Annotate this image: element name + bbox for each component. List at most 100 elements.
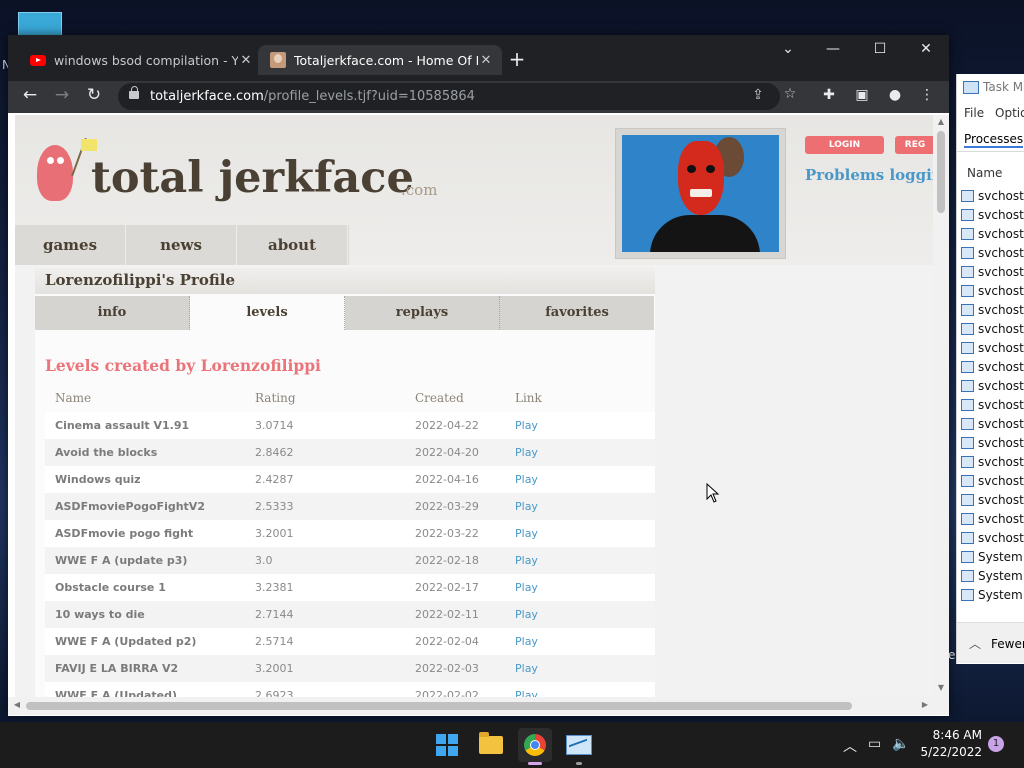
- column-header-name[interactable]: Name: [967, 166, 1002, 180]
- play-link[interactable]: Play: [515, 412, 538, 439]
- clock-date[interactable]: 5/22/2022: [918, 745, 982, 759]
- reload-icon[interactable]: ↻: [82, 85, 106, 105]
- play-link[interactable]: Play: [515, 466, 538, 493]
- list-item[interactable]: svchost.e: [961, 262, 1024, 281]
- task-manager-taskbar-button[interactable]: [562, 728, 596, 762]
- address-bar[interactable]: totaljerkface.com/profile_levels.tjf?uid…: [118, 83, 796, 110]
- profile-icon[interactable]: ●: [884, 87, 906, 103]
- avatar-shirt: [650, 215, 760, 252]
- list-item[interactable]: System I: [961, 566, 1024, 585]
- list-item[interactable]: svchost.e: [961, 433, 1024, 452]
- list-item[interactable]: svchost.e: [961, 490, 1024, 509]
- scroll-left-arrow-icon[interactable]: ◀: [10, 700, 24, 709]
- level-created: 2022-03-22: [415, 527, 479, 540]
- new-tab-button[interactable]: +: [506, 47, 528, 71]
- login-button[interactable]: LOGIN: [805, 136, 884, 154]
- register-button[interactable]: REG: [895, 136, 933, 154]
- tray-chevron-up-icon[interactable]: ︿: [843, 736, 857, 756]
- horizontal-scroll-thumb[interactable]: [26, 702, 852, 710]
- minimize-icon[interactable]: —: [818, 41, 848, 57]
- list-item[interactable]: svchost.e: [961, 376, 1024, 395]
- list-item[interactable]: svchost.e: [961, 224, 1024, 243]
- close-tab-icon[interactable]: ✕: [478, 53, 494, 68]
- play-link[interactable]: Play: [515, 493, 538, 520]
- task-manager-title: Task Ma: [963, 80, 1024, 94]
- clock-time[interactable]: 8:46 AM: [928, 728, 982, 742]
- menu-options[interactable]: Optio: [995, 106, 1024, 120]
- play-link[interactable]: Play: [515, 628, 538, 655]
- scroll-down-arrow-icon[interactable]: ▼: [933, 683, 949, 692]
- play-link[interactable]: Play: [515, 574, 538, 601]
- profile-panel: Lorenzofilippi's Profile info levels rep…: [35, 268, 655, 697]
- list-item[interactable]: svchost.e: [961, 509, 1024, 528]
- menu-kebab-icon[interactable]: ⋮: [916, 87, 938, 103]
- tab-levels[interactable]: levels: [190, 296, 345, 330]
- table-row: FAVIJ E LA BIRRA V2 3.2001 2022-02-03 Play: [45, 655, 655, 682]
- table-row: WWE F A (Updated p2) 2.5714 2022-02-04 Play: [45, 628, 655, 655]
- tab-youtube[interactable]: windows bsod compilation - You ✕: [18, 45, 262, 75]
- level-rating: 3.2381: [255, 581, 294, 594]
- tab-totaljerkface[interactable]: Totaljerkface.com - Home Of Hap ✕: [258, 45, 502, 75]
- star-icon[interactable]: ☆: [780, 86, 800, 102]
- play-link[interactable]: Play: [515, 682, 538, 697]
- list-item[interactable]: svchost.e: [961, 205, 1024, 224]
- notification-badge[interactable]: 1: [988, 736, 1004, 752]
- tab-replays[interactable]: replays: [345, 296, 500, 330]
- process-icon: [961, 303, 974, 316]
- play-link[interactable]: Play: [515, 547, 538, 574]
- horizontal-scrollbar[interactable]: ◀ ▶: [8, 697, 949, 715]
- list-item[interactable]: svchost.e: [961, 319, 1024, 338]
- scroll-right-arrow-icon[interactable]: ▶: [918, 700, 932, 709]
- list-item[interactable]: System i: [961, 585, 1024, 604]
- mascot-logo-icon[interactable]: [37, 145, 73, 201]
- side-panel-icon[interactable]: ▣: [851, 87, 873, 103]
- nav-news[interactable]: news: [126, 225, 237, 265]
- tab-processes[interactable]: Processes: [957, 127, 1024, 152]
- list-item[interactable]: svchost.e: [961, 357, 1024, 376]
- forward-arrow-icon[interactable]: →: [50, 85, 74, 105]
- vertical-scrollbar[interactable]: ▲ ▼: [933, 115, 949, 697]
- process-icon: [961, 341, 974, 354]
- play-link[interactable]: Play: [515, 655, 538, 682]
- list-item[interactable]: svchost.e: [961, 471, 1024, 490]
- list-item[interactable]: svchost.e: [961, 338, 1024, 357]
- list-item[interactable]: svchost.e: [961, 414, 1024, 433]
- scroll-up-arrow-icon[interactable]: ▲: [933, 117, 949, 126]
- featured-avatar-image[interactable]: [622, 135, 779, 252]
- problems-logging-in-link[interactable]: Problems loggin: [805, 166, 933, 184]
- close-tab-icon[interactable]: ✕: [238, 53, 254, 68]
- network-icon[interactable]: ▭: [868, 736, 881, 752]
- file-explorer-button[interactable]: [474, 728, 508, 762]
- volume-icon[interactable]: 🔈: [892, 736, 909, 752]
- start-button[interactable]: [430, 728, 464, 762]
- play-link[interactable]: Play: [515, 601, 538, 628]
- close-window-icon[interactable]: ✕: [911, 41, 941, 57]
- nav-about[interactable]: about: [237, 225, 348, 265]
- list-item[interactable]: svchost.e: [961, 452, 1024, 471]
- tab-favorites[interactable]: favorites: [500, 296, 654, 330]
- list-item[interactable]: svchost.e: [961, 281, 1024, 300]
- site-logo-text[interactable]: total jerkface: [91, 153, 414, 203]
- tab-info[interactable]: info: [35, 296, 190, 330]
- list-item[interactable]: svchost.e: [961, 300, 1024, 319]
- back-arrow-icon[interactable]: ←: [18, 85, 42, 105]
- menu-file[interactable]: File: [964, 106, 984, 120]
- extensions-puzzle-icon[interactable]: ✚: [818, 87, 840, 103]
- vertical-scroll-thumb[interactable]: [937, 131, 945, 213]
- share-icon[interactable]: ⇪: [748, 87, 768, 103]
- list-item[interactable]: svchost.e: [961, 395, 1024, 414]
- nav-games[interactable]: games: [15, 225, 126, 265]
- tab-search-chevron-icon[interactable]: ⌄: [773, 41, 803, 57]
- process-name: svchost.e: [978, 378, 1024, 393]
- maximize-icon[interactable]: ☐: [865, 41, 895, 57]
- list-item[interactable]: svchost.e: [961, 243, 1024, 262]
- list-item[interactable]: svchost.e: [961, 528, 1024, 547]
- lock-icon: [129, 86, 139, 99]
- list-item[interactable]: System: [961, 547, 1024, 566]
- chrome-taskbar-button[interactable]: [518, 728, 552, 762]
- list-item[interactable]: svchost.e: [961, 186, 1024, 205]
- play-link[interactable]: Play: [515, 520, 538, 547]
- level-created: 2022-02-17: [415, 581, 479, 594]
- play-link[interactable]: Play: [515, 439, 538, 466]
- fewer-details-button[interactable]: ︿ Fewer: [969, 635, 1024, 652]
